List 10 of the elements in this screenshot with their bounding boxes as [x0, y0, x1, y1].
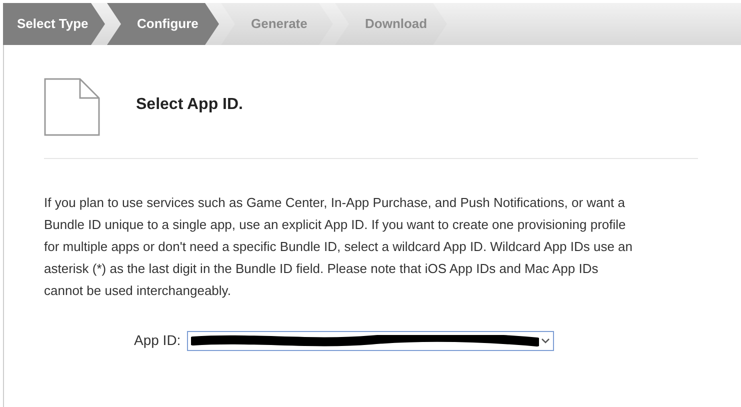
step-tab[interactable]: Configure	[107, 3, 219, 45]
document-icon	[44, 78, 100, 136]
chevron-down-icon	[540, 338, 550, 344]
step-tab[interactable]: Download	[335, 3, 447, 45]
step-tab[interactable]: Generate	[221, 3, 333, 45]
page-title: Select App ID.	[136, 95, 243, 115]
app-id-select[interactable]	[186, 330, 554, 350]
step-tab[interactable]: Select Type	[3, 3, 105, 45]
app-id-label: App ID:	[134, 331, 181, 350]
description-text: If you plan to use services such as Game Center, In-App Purchase, and Push Notifications, or want a Bundle ID unique to a single app, use an explicit App ID. If you want to create one provisioning profile for multiple apps or don't need a specific Bundle ID, select a wildcard App ID. Wildcard App IDs use an asterisk (*) as the last digit in the Bundle ID field. Please note that iOS App IDs and Mac App IDs cannot be used interchangeably.	[44, 194, 634, 300]
